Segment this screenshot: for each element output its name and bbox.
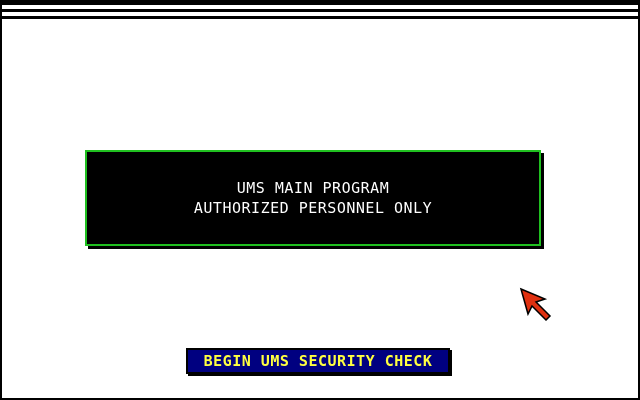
title-stripe <box>2 9 638 12</box>
title-bar-stripes <box>2 2 638 22</box>
ums-screen: UMS MAIN PROGRAM AUTHORIZED PERSONNEL ON… <box>0 0 640 400</box>
title-stripe <box>2 16 638 19</box>
panel-subtitle: AUTHORIZED PERSONNEL ONLY <box>193 199 433 217</box>
panel-title: UMS MAIN PROGRAM <box>236 179 390 197</box>
security-check-label: BEGIN UMS SECURITY CHECK <box>203 352 433 370</box>
main-program-panel: UMS MAIN PROGRAM AUTHORIZED PERSONNEL ON… <box>85 150 541 246</box>
title-stripe <box>2 2 638 5</box>
begin-security-check-button[interactable]: BEGIN UMS SECURITY CHECK <box>186 348 450 374</box>
arrow-pointer-icon <box>519 287 552 321</box>
